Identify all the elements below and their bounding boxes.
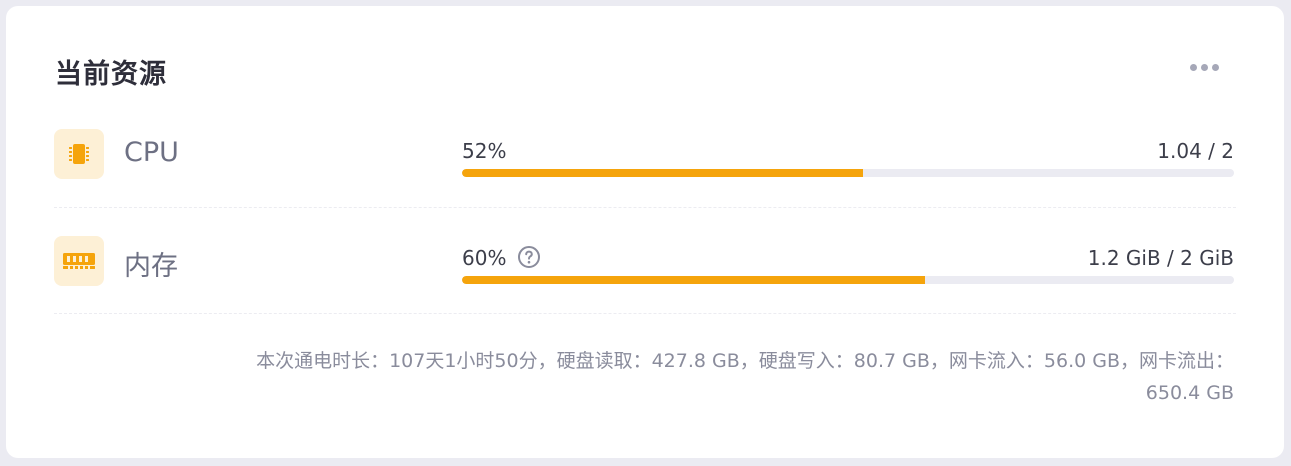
cpu-usage-value: 1.04 / 2: [1157, 139, 1234, 163]
memory-module-icon: [54, 236, 104, 286]
cpu-chip-icon: [54, 129, 104, 179]
memory-usage-bar-fill: [462, 276, 926, 284]
cpu-resource-row: CPU 52% 1.04 / 2: [6, 129, 1284, 189]
help-question-icon[interactable]: [517, 245, 541, 269]
more-dot: [1200, 63, 1208, 71]
row-divider: [54, 313, 1236, 314]
cpu-usage-percent: 52%: [462, 139, 507, 163]
uptime-io-summary: 本次通电时长：107天1小时50分，硬盘读取：427.8 GB，硬盘写入：80.…: [76, 345, 1234, 409]
memory-label: 内存: [124, 251, 178, 282]
memory-usage-bar: [462, 276, 1234, 284]
card-title: 当前资源: [55, 59, 167, 90]
more-dot: [1189, 63, 1197, 71]
memory-usage-percent: 60%: [462, 246, 507, 270]
cpu-label: CPU: [124, 137, 179, 168]
more-dot: [1211, 63, 1219, 71]
current-resources-card: 当前资源 CPU 52% 1.04 / 2 内存 60% 1.2 GiB / 2…: [6, 6, 1284, 458]
cpu-usage-bar-fill: [462, 169, 864, 177]
row-divider: [54, 207, 1236, 208]
more-options-button[interactable]: [1182, 56, 1226, 78]
summary-line-2: 650.4 GB: [1145, 382, 1234, 404]
memory-resource-row: 内存 60% 1.2 GiB / 2 GiB: [6, 236, 1284, 296]
memory-usage-value: 1.2 GiB / 2 GiB: [1087, 246, 1234, 270]
summary-line-1: 本次通电时长：107天1小时50分，硬盘读取：427.8 GB，硬盘写入：80.…: [256, 350, 1234, 372]
cpu-usage-bar: [462, 169, 1234, 177]
